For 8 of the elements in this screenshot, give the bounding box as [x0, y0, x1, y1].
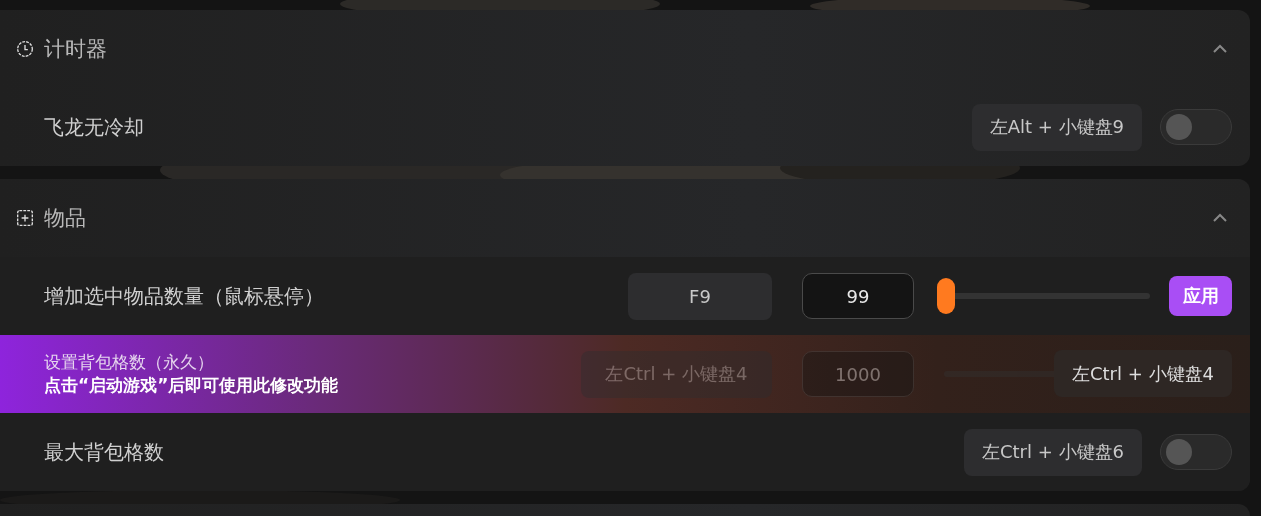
notice-text: 点击“启动游戏”后即可使用此修改功能 [44, 374, 339, 397]
section-title: 计时器 [44, 36, 107, 63]
option-label: 设置背包格数（永久） [44, 351, 215, 374]
hotkey-tooltip: 左Ctrl + 小键盘4 [1054, 350, 1232, 397]
option-label: 增加选中物品数量（鼠标悬停） [44, 282, 324, 310]
section-title: 物品 [44, 205, 86, 232]
option-label: 飞龙无冷却 [44, 113, 144, 141]
option-label: 最大背包格数 [44, 438, 164, 466]
